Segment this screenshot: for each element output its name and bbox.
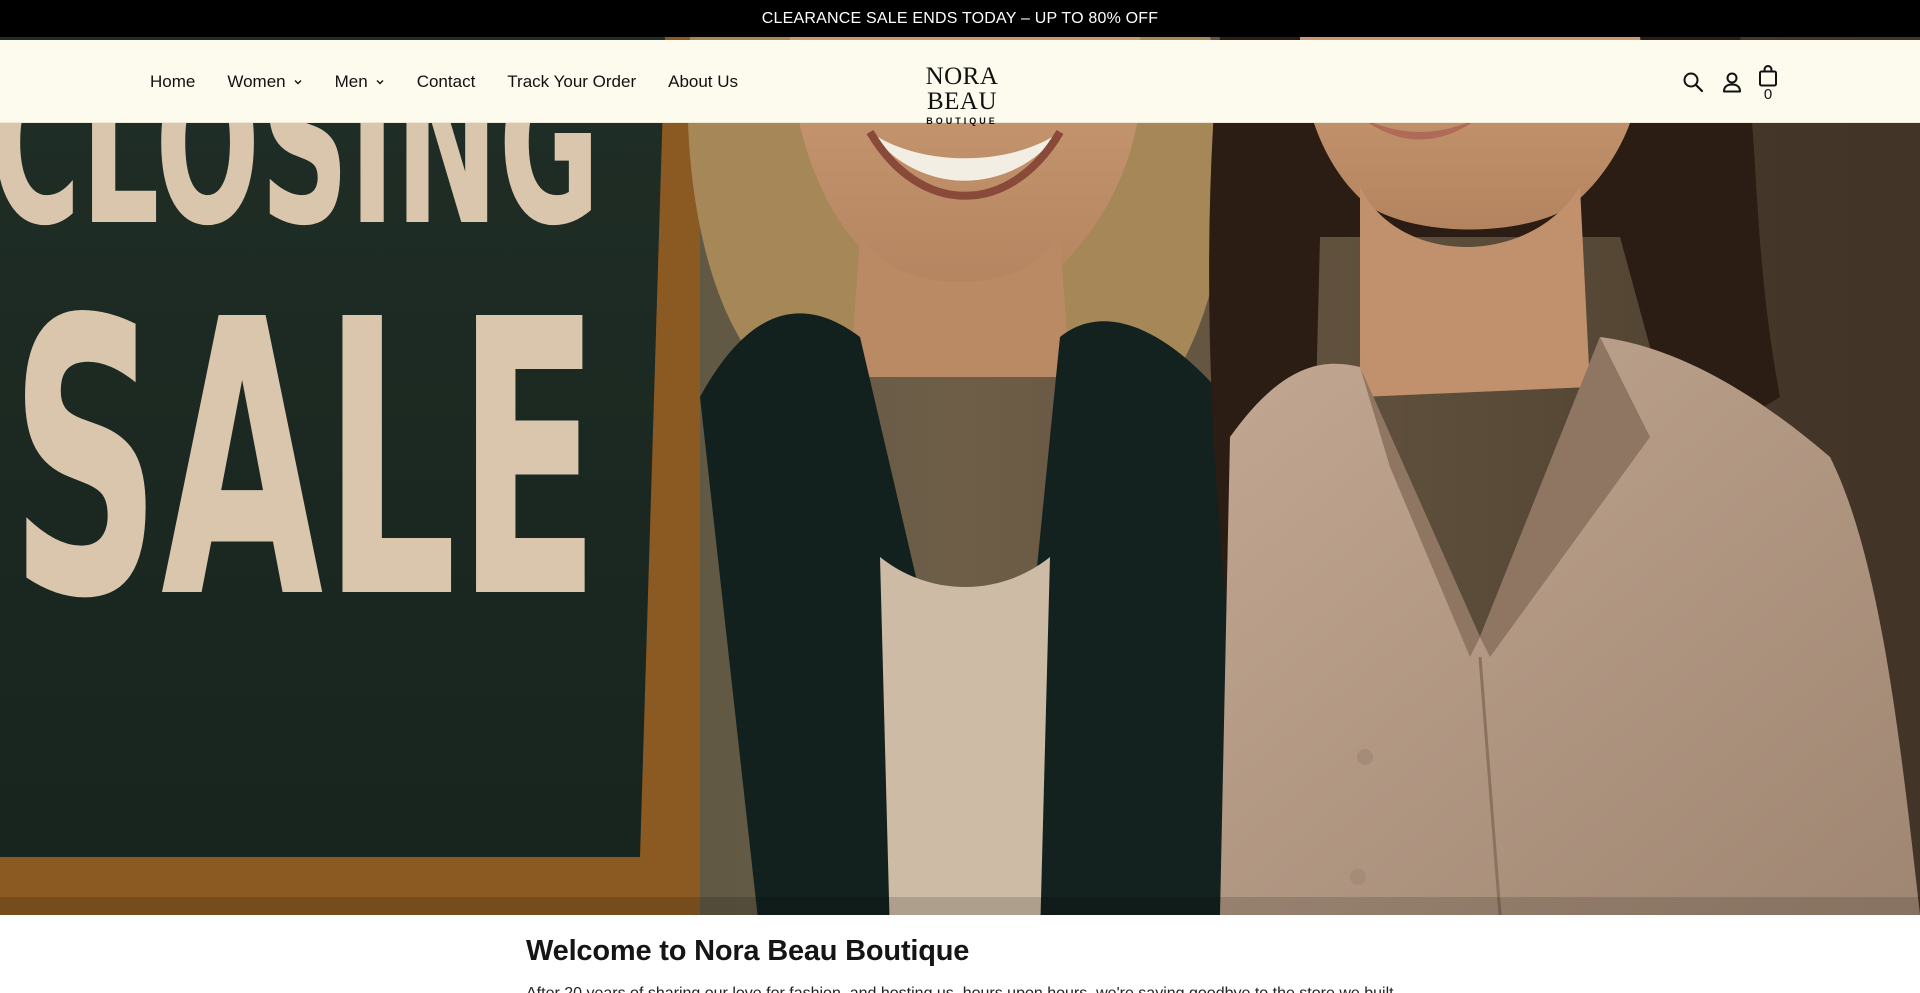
nav-track-order-label: Track Your Order [507,71,637,91]
main-nav: Home Women Men Contact Track Your Order … [150,40,770,123]
nav-about-us-label: About Us [668,71,739,91]
welcome-title: Welcome to Nora Beau Boutique [526,935,970,967]
site-header: Home Women Men Contact Track Your Order … [0,40,1920,126]
nav-women[interactable]: Women [227,72,302,92]
user-icon [1723,72,1741,92]
nav-men-label: Men [334,71,368,91]
cart-count: 0 [1763,86,1773,103]
nav-about-us[interactable]: About Us [668,72,738,92]
logo-tagline: BOUTIQUE [926,116,998,126]
shopping-bag-icon [1759,65,1777,87]
site-logo[interactable]: NORA BEAU BOUTIQUE [895,64,1029,126]
account-button[interactable] [1719,69,1745,95]
nav-home-label: Home [150,71,196,91]
search-button[interactable] [1680,69,1706,95]
nav-contact[interactable]: Contact [417,72,476,92]
header-icons: 0 [1680,40,1778,123]
nav-contact-label: Contact [416,71,476,91]
nav-track-order[interactable]: Track Your Order [507,72,636,92]
welcome-text: After 20 years of sharing our love for f… [526,985,1410,993]
nav-women-label: Women [227,71,286,91]
nav-men[interactable]: Men [335,72,385,92]
welcome-section: Welcome to Nora Beau Boutique After 20 y… [0,915,1920,993]
chevron-down-icon [375,77,385,87]
announcement-bar: CLEARANCE SALE ENDS TODAY – UP TO 80% OF… [0,0,1920,37]
chevron-down-icon [293,77,303,87]
announcement-text: CLEARANCE SALE ENDS TODAY – UP TO 80% OF… [761,9,1159,27]
hero-banner: CLOSING SALE [0,37,1920,915]
hero-image: CLOSING SALE [0,37,1920,915]
svg-text:SALE: SALE [10,239,600,682]
logo-name: NORA BEAU [925,63,999,115]
cart-button[interactable]: 0 [1758,65,1778,102]
search-icon [1683,72,1704,92]
nav-home[interactable]: Home [150,72,195,92]
